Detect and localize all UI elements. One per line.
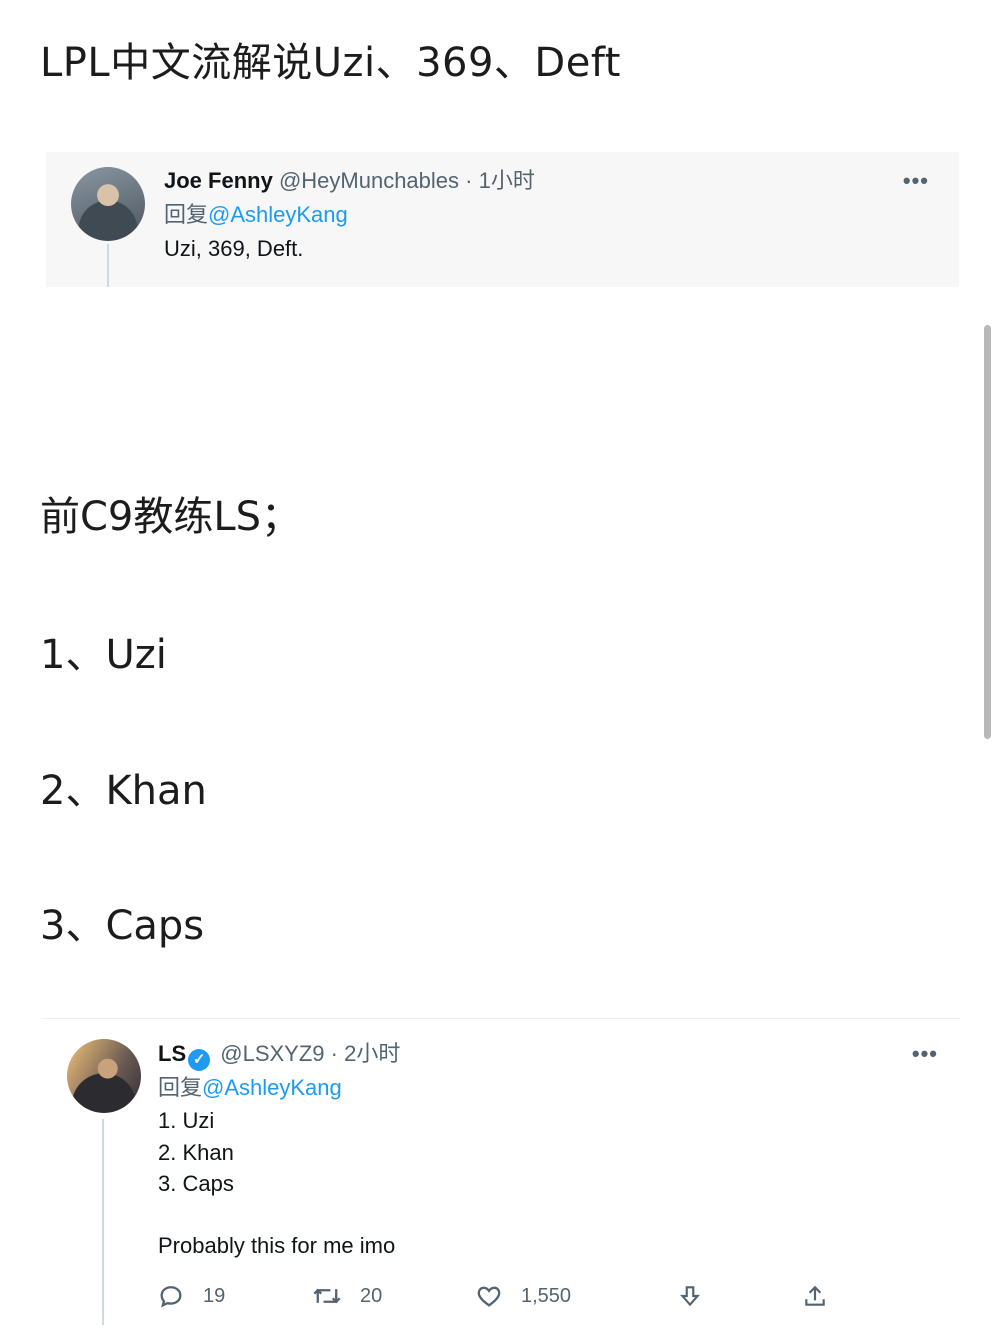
tweet-header: Joe Fenny @HeyMunchables · 1小时 [164, 168, 535, 194]
reply-context: 回复@AshleyKang [164, 202, 348, 228]
article-heading: LPL中文流解说Uzi、369、Deft [40, 40, 621, 86]
share-button[interactable] [802, 1279, 828, 1313]
save-button[interactable] [677, 1279, 703, 1313]
list-item: 2、Khan [40, 768, 207, 814]
reply-button[interactable]: 19 [157, 1279, 225, 1313]
author-name[interactable]: Joe Fenny [164, 168, 273, 193]
avatar[interactable] [67, 1039, 141, 1113]
tweet-actions: 19 20 1,550 [157, 1279, 837, 1313]
share-icon [802, 1282, 828, 1310]
section-heading: 前C9教练LS； [40, 494, 302, 540]
tweet-time[interactable]: 1小时 [479, 168, 535, 193]
author-handle[interactable]: @LSXYZ9 [220, 1041, 324, 1066]
reply-to-link[interactable]: @AshleyKang [208, 202, 348, 227]
tweet-line: 2. Khan [158, 1140, 234, 1165]
thread-line [107, 244, 109, 287]
embedded-tweet-ls: LS ✓ @LSXYZ9 · 2小时 ••• 回复@AshleyKang 1. U… [42, 1018, 960, 1335]
author-handle[interactable]: @HeyMunchables [279, 168, 459, 193]
header-separator: · [330, 1041, 338, 1066]
like-count: 1,550 [521, 1284, 572, 1307]
list-item: 3、Caps [40, 903, 205, 949]
tweet-text: Uzi, 369, Deft. [164, 236, 304, 261]
scrollbar[interactable] [984, 325, 991, 739]
embedded-tweet-joe-fenny: Joe Fenny @HeyMunchables · 1小时 ••• 回复@As… [46, 152, 959, 287]
reply-count: 19 [203, 1284, 226, 1307]
retweet-icon [312, 1282, 342, 1310]
verified-badge-icon: ✓ [188, 1049, 211, 1071]
list-item: 1、Uzi [40, 632, 167, 678]
like-icon [475, 1282, 503, 1310]
reply-context: 回复@AshleyKang [158, 1075, 342, 1101]
reply-prefix: 回复 [158, 1075, 203, 1100]
retweet-count: 20 [360, 1284, 383, 1307]
reply-icon [157, 1282, 185, 1310]
tweet-header: LS ✓ @LSXYZ9 · 2小时 [158, 1041, 400, 1071]
author-name[interactable]: LS [158, 1041, 186, 1066]
more-icon[interactable]: ••• [903, 168, 929, 194]
tweet-time[interactable]: 2小时 [344, 1041, 400, 1066]
reply-to-link[interactable]: @AshleyKang [202, 1075, 342, 1100]
like-button[interactable]: 1,550 [475, 1279, 571, 1313]
header-separator: · [465, 168, 473, 193]
tweet-line: 1. Uzi [158, 1108, 215, 1133]
more-icon[interactable]: ••• [912, 1041, 938, 1067]
avatar[interactable] [71, 167, 145, 241]
tweet-text: Probably this for me imo [158, 1233, 396, 1258]
save-icon [677, 1282, 703, 1310]
retweet-button[interactable]: 20 [312, 1279, 382, 1313]
thread-line [102, 1119, 104, 1325]
reply-prefix: 回复 [164, 202, 209, 227]
tweet-line: 3. Caps [158, 1171, 234, 1196]
